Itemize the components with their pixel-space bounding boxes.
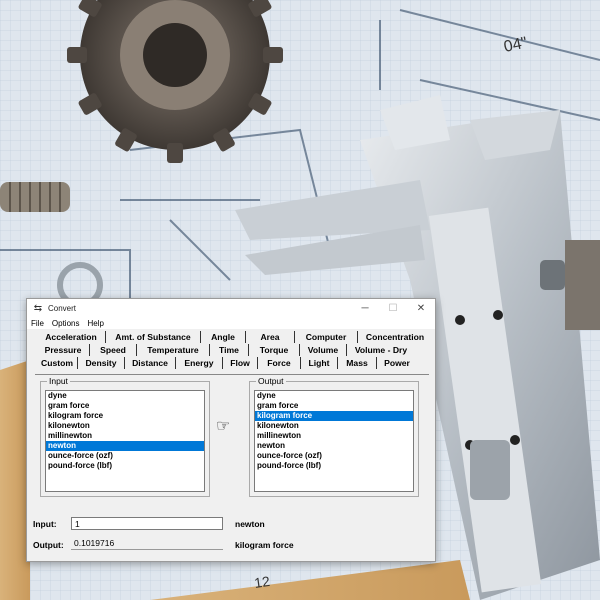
tab-area[interactable]: Area: [246, 331, 295, 343]
list-item[interactable]: dyne: [255, 391, 413, 401]
tab-distance[interactable]: Distance: [125, 357, 176, 369]
tab-flow[interactable]: Flow: [223, 357, 258, 369]
tab-row-3: Custom Density Distance Energy Flow Forc…: [35, 357, 417, 369]
title-bar[interactable]: ⇆ Convert ─ ☐ ✕: [27, 299, 435, 317]
window-title: Convert: [48, 303, 77, 313]
menu-options[interactable]: Options: [52, 319, 80, 328]
pointing-hand-icon: ☞: [216, 418, 231, 435]
list-item[interactable]: kilonewton: [46, 421, 204, 431]
list-item-selected[interactable]: kilogram force: [255, 411, 413, 421]
tab-torque[interactable]: Torque: [249, 344, 300, 356]
tab-pressure[interactable]: Pressure: [37, 344, 90, 356]
list-item[interactable]: newton: [255, 441, 413, 451]
input-group: Input dyne gram force kilogram force kil…: [40, 376, 210, 497]
input-group-label: Input: [47, 376, 70, 386]
tab-power[interactable]: Power: [377, 357, 417, 369]
list-item[interactable]: kilonewton: [255, 421, 413, 431]
tab-volume[interactable]: Volume: [300, 344, 347, 356]
list-item[interactable]: gram force: [255, 401, 413, 411]
tab-acceleration[interactable]: Acceleration: [37, 331, 106, 343]
tab-speed[interactable]: Speed: [90, 344, 137, 356]
tab-light[interactable]: Light: [301, 357, 338, 369]
tab-force[interactable]: Force: [258, 357, 301, 369]
list-item[interactable]: kilogram force: [46, 411, 204, 421]
input-unit-list[interactable]: dyne gram force kilogram force kilonewto…: [45, 390, 205, 492]
tab-time[interactable]: Time: [210, 344, 249, 356]
output-unit-list[interactable]: dyne gram force kilogram force kilonewto…: [254, 390, 414, 492]
list-item[interactable]: dyne: [46, 391, 204, 401]
list-item-selected[interactable]: newton: [46, 441, 204, 451]
list-item[interactable]: ounce-force (ozf): [255, 451, 413, 461]
list-item[interactable]: millinewton: [46, 431, 204, 441]
app-icon: ⇆: [33, 302, 43, 314]
output-group-label: Output: [256, 376, 286, 386]
force-tab-panel: Input dyne gram force kilogram force kil…: [35, 374, 429, 502]
input-value-field[interactable]: 1: [71, 517, 223, 530]
input-unit-label: newton: [235, 519, 265, 529]
menu-file[interactable]: File: [31, 319, 44, 328]
tab-row-2: Pressure Speed Temperature Time Torque V…: [37, 344, 415, 356]
list-item[interactable]: gram force: [46, 401, 204, 411]
tab-density[interactable]: Density: [78, 357, 125, 369]
convert-window: ⇆ Convert ─ ☐ ✕ File Options Help Accele…: [26, 298, 436, 562]
tab-concentration[interactable]: Concentration: [358, 331, 432, 343]
minimize-button[interactable]: ─: [351, 299, 379, 317]
tab-computer[interactable]: Computer: [295, 331, 358, 343]
output-value-field[interactable]: 0.1019716: [71, 537, 223, 550]
maximize-button[interactable]: ☐: [379, 299, 407, 317]
output-unit-label: kilogram force: [235, 540, 294, 550]
output-label: Output:: [33, 540, 64, 550]
tab-energy[interactable]: Energy: [176, 357, 223, 369]
output-group: Output dyne gram force kilogram force ki…: [249, 376, 419, 497]
menu-bar: File Options Help: [27, 317, 435, 329]
list-item[interactable]: ounce-force (ozf): [46, 451, 204, 461]
tab-angle[interactable]: Angle: [201, 331, 246, 343]
tab-amt-of-substance[interactable]: Amt. of Substance: [106, 331, 201, 343]
list-item[interactable]: pound-force (lbf): [255, 461, 413, 471]
input-label: Input:: [33, 519, 57, 529]
list-item[interactable]: pound-force (lbf): [46, 461, 204, 471]
menu-help[interactable]: Help: [87, 319, 103, 328]
close-button[interactable]: ✕: [407, 299, 435, 317]
list-item[interactable]: millinewton: [255, 431, 413, 441]
tab-temperature[interactable]: Temperature: [137, 344, 210, 356]
tab-custom[interactable]: Custom: [35, 357, 78, 369]
tab-volume-dry[interactable]: Volume - Dry: [347, 344, 415, 356]
svg-text:12: 12: [253, 573, 271, 591]
client-area: Acceleration Amt. of Substance Angle Are…: [27, 329, 435, 561]
tab-mass[interactable]: Mass: [338, 357, 377, 369]
tab-row-1: Acceleration Amt. of Substance Angle Are…: [37, 331, 432, 343]
